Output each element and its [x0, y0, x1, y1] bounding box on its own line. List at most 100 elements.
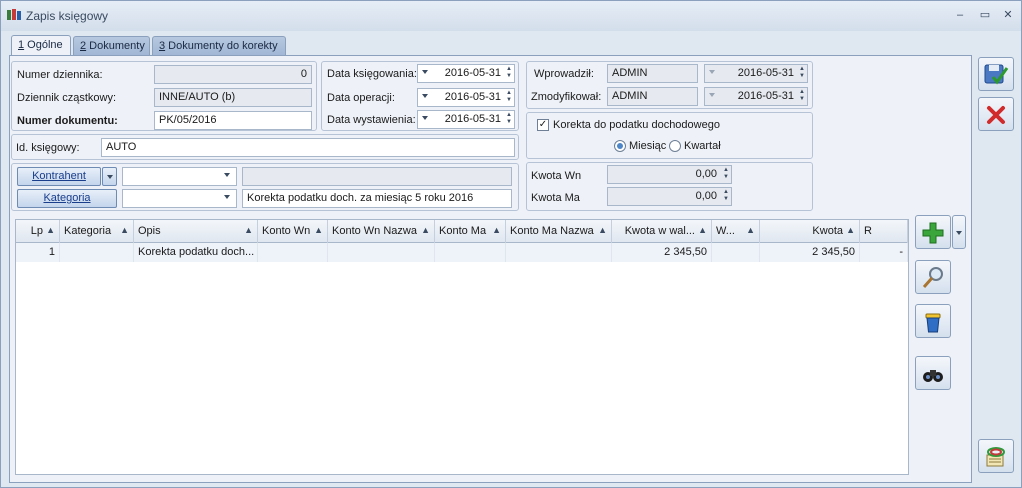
- binoculars-icon: [923, 370, 943, 382]
- spinner-icon: ▲ ▼: [799, 89, 805, 102]
- spinner-icon: ▲ ▼: [799, 66, 805, 79]
- zmodyfikowal-date-field: 2016-05-31 ▲ ▼: [704, 87, 808, 106]
- data-ksiegowania-label: Data księgowania:: [327, 68, 417, 80]
- kontrahent-button[interactable]: Kontrahent: [17, 167, 101, 186]
- cell-lp: 1: [16, 243, 60, 262]
- add-icon: [922, 222, 944, 244]
- spinner-icon: ▲ ▼: [723, 189, 729, 202]
- dropdown-arrow-icon[interactable]: [224, 173, 230, 177]
- column-header-konto-wn[interactable]: Konto Wn ▲: [258, 220, 328, 243]
- column-header-waluta[interactable]: W... ▲: [712, 220, 760, 243]
- numer-dziennika-field: 0: [154, 65, 312, 84]
- maximize-icon[interactable]: ▭: [976, 7, 994, 23]
- kwota-wn-field: 0,00 ▲ ▼: [607, 165, 732, 184]
- find-button[interactable]: [915, 356, 951, 390]
- column-header-konto-ma-nazwa[interactable]: Konto Ma Nazwa ▲: [506, 220, 612, 243]
- zmodyfikowal-user-field: ADMIN: [607, 87, 698, 106]
- wprowadzil-label: Wprowadził:: [534, 68, 594, 80]
- data-ksiegowania-field[interactable]: 2016-05-31 ▲ ▼: [417, 64, 515, 83]
- dropdown-arrow-icon[interactable]: [422, 94, 428, 98]
- kontrahent-code-select[interactable]: [122, 167, 237, 186]
- spinner-icon[interactable]: ▲ ▼: [505, 66, 513, 81]
- dziennik-czastkowy-label: Dziennik cząstkowy:: [17, 92, 117, 104]
- window-title: Zapis księgowy: [26, 9, 109, 23]
- kategoria-description-field[interactable]: Korekta podatku doch. za miesiąc 5 roku …: [242, 189, 512, 208]
- spinner-icon[interactable]: ▲ ▼: [505, 90, 513, 105]
- kwota-ma-label: Kwota Ma: [531, 192, 580, 204]
- radio-kwartal[interactable]: [669, 140, 681, 152]
- cell-r: -: [860, 243, 908, 262]
- dropdown-arrow-icon: [709, 70, 715, 74]
- cell-konto-ma: [435, 243, 506, 262]
- view-button[interactable]: [915, 260, 951, 294]
- cell-konto-wn: [258, 243, 328, 262]
- magnifier-icon: [922, 267, 943, 288]
- radio-miesiac-label: Miesiąc: [629, 140, 667, 152]
- table-row[interactable]: 1 Korekta podatku doch... 2 345,50 2 345…: [16, 243, 908, 262]
- cell-waluta: [712, 243, 760, 262]
- chevron-down-icon: [107, 175, 113, 179]
- column-header-kategoria[interactable]: Kategoria ▲: [60, 220, 134, 243]
- cancel-icon: [987, 106, 1005, 124]
- tab-ogolne[interactable]: 1 Ogólne: [11, 35, 71, 57]
- kategoria-code-select[interactable]: [122, 189, 237, 208]
- dropdown-arrow-icon: [709, 93, 715, 97]
- kategoria-button[interactable]: Kategoria: [17, 189, 117, 208]
- column-header-r[interactable]: R: [860, 220, 908, 243]
- close-icon[interactable]: ✕: [999, 7, 1017, 23]
- cell-kwota-w-walucie: 2 345,50: [612, 243, 712, 262]
- column-header-konto-ma[interactable]: Konto Ma ▲: [435, 220, 506, 243]
- entries-grid[interactable]: Lp ▲ Kategoria ▲ Opis ▲ Konto Wn ▲ Konto Wn …: [15, 219, 909, 475]
- ledger-book-icon: [7, 9, 21, 20]
- add-menu-button[interactable]: [952, 215, 966, 249]
- data-wystawienia-field[interactable]: 2016-05-31 ▲ ▼: [417, 110, 515, 129]
- grid-header: Lp ▲ Kategoria ▲ Opis ▲ Konto Wn ▲ Konto Wn …: [16, 220, 908, 243]
- korekta-checkbox[interactable]: ✓: [537, 119, 549, 131]
- chevron-down-icon: [956, 231, 962, 235]
- column-header-lp[interactable]: Lp ▲: [16, 220, 60, 243]
- cancel-button[interactable]: [978, 97, 1014, 131]
- column-header-konto-wn-nazwa[interactable]: Konto Wn Nazwa ▲: [328, 220, 435, 243]
- kwota-ma-field: 0,00 ▲ ▼: [607, 187, 732, 206]
- cell-kategoria: [60, 243, 134, 262]
- minimize-icon[interactable]: –: [951, 7, 969, 23]
- column-header-kwota[interactable]: Kwota ▲: [760, 220, 860, 243]
- delete-button[interactable]: [915, 304, 951, 338]
- column-header-opis[interactable]: Opis ▲: [134, 220, 258, 243]
- radio-miesiac[interactable]: [614, 140, 626, 152]
- data-operacji-label: Data operacji:: [327, 92, 395, 104]
- dropdown-arrow-icon[interactable]: [422, 116, 428, 120]
- id-ksiegowy-field[interactable]: AUTO: [101, 138, 515, 157]
- kontrahent-menu-button[interactable]: [102, 167, 117, 186]
- tab-dokumenty[interactable]: 2 Dokumenty: [73, 36, 150, 56]
- titlebar: Zapis księgowy – ▭ ✕: [1, 1, 1021, 31]
- korekta-label: Korekta do podatku dochodowego: [553, 119, 720, 131]
- save-button[interactable]: [978, 57, 1014, 91]
- spinner-icon[interactable]: ▲ ▼: [505, 112, 513, 127]
- data-operacji-field[interactable]: 2016-05-31 ▲ ▼: [417, 88, 515, 107]
- column-header-kwota-w-walucie[interactable]: Kwota w wal... ▲: [612, 220, 712, 243]
- save-icon: [984, 64, 1009, 85]
- numer-dziennika-label: Numer dziennika:: [17, 69, 103, 81]
- export-button[interactable]: [978, 439, 1014, 473]
- wprowadzil-user-field: ADMIN: [607, 64, 698, 83]
- kontrahent-name-field: [242, 167, 512, 186]
- kwota-wn-label: Kwota Wn: [531, 170, 582, 182]
- cell-opis: Korekta podatku doch...: [134, 243, 258, 262]
- spinner-icon: ▲ ▼: [723, 167, 729, 180]
- dropdown-arrow-icon[interactable]: [422, 70, 428, 74]
- zmodyfikowal-label: Zmodyfikował:: [531, 91, 602, 103]
- add-button[interactable]: [915, 215, 951, 249]
- numer-dokumentu-field[interactable]: PK/05/2016: [154, 111, 312, 130]
- data-wystawienia-label: Data wystawienia:: [327, 114, 416, 126]
- dropdown-arrow-icon[interactable]: [224, 195, 230, 199]
- dziennik-czastkowy-field: INNE/AUTO (b): [154, 88, 312, 107]
- radio-kwartal-label: Kwartał: [684, 140, 721, 152]
- trash-icon: [925, 313, 941, 333]
- wprowadzil-date-field: 2016-05-31 ▲ ▼: [704, 64, 808, 83]
- export-icon: [986, 447, 1005, 467]
- window: Zapis księgowy – ▭ ✕ 1 Ogólne 2 Dokument…: [0, 0, 1022, 488]
- cell-kwota: 2 345,50: [760, 243, 860, 262]
- id-ksiegowy-label: Id. księgowy:: [16, 142, 80, 154]
- tab-dokumenty-do-korekty[interactable]: 3 Dokumenty do korekty: [152, 36, 286, 56]
